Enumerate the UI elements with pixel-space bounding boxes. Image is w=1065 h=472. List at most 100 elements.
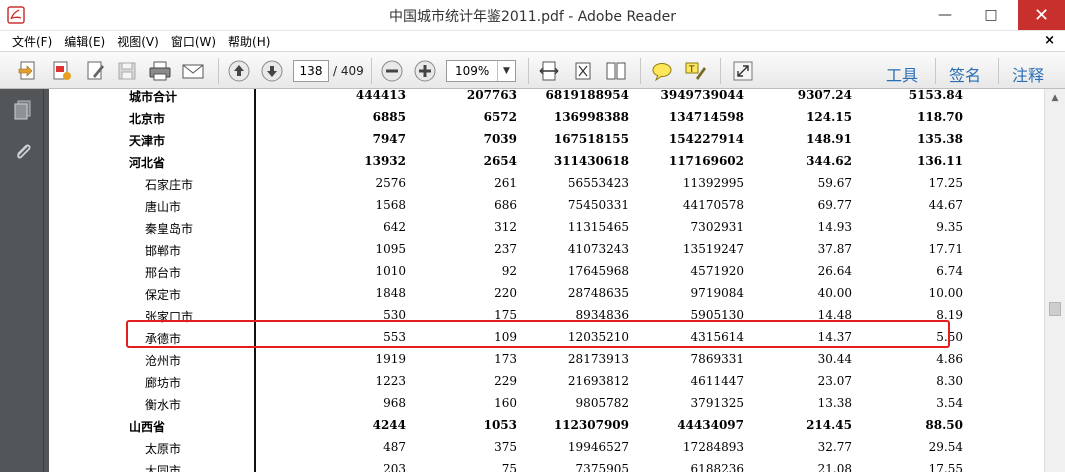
fit-width-button[interactable]	[535, 58, 563, 84]
value-cell-5: 13.38	[817, 396, 852, 410]
value-cell-1: 1568	[375, 198, 406, 212]
table-row: 石家庄市 2576 261 56553423 11392995 59.67 17.25	[49, 176, 1044, 198]
two-page-view-button[interactable]	[602, 58, 630, 84]
value-cell-1: 444413	[355, 89, 406, 102]
value-cell-4: 3949739044	[660, 89, 745, 102]
document-viewport[interactable]: 城市合计 444413 207763 6819188954 3949739044 9307…	[44, 89, 1044, 472]
value-cell-1: 968	[383, 396, 406, 410]
scrollbar-thumb[interactable]	[1049, 302, 1061, 316]
value-cell-5: 14.93	[817, 220, 852, 234]
value-cell-3: 6819188954	[545, 89, 630, 102]
value-cell-5: 69.77	[817, 198, 852, 212]
comment-pane-button[interactable]: 注释	[1012, 62, 1044, 86]
value-cell-4: 117169602	[668, 154, 744, 168]
maximize-button[interactable]: □	[968, 0, 1014, 30]
save-button[interactable]	[113, 58, 141, 84]
value-cell-3: 9805782	[575, 396, 629, 410]
previous-page-button[interactable]	[225, 58, 253, 84]
read-mode-button[interactable]	[729, 58, 757, 84]
add-comment-button[interactable]	[648, 58, 676, 84]
city-name-cell: 秦皇岛市	[145, 222, 194, 236]
value-cell-2: 261	[494, 176, 517, 190]
highlight-text-button[interactable]: T	[682, 58, 710, 84]
zoom-out-button[interactable]	[378, 58, 406, 84]
value-cell-2: 229	[494, 374, 517, 388]
city-name-cell: 城市合计	[129, 90, 178, 104]
value-cell-6: 136.11	[917, 154, 963, 168]
expand-icon	[733, 61, 753, 81]
open-file-button[interactable]	[14, 58, 42, 84]
next-page-button[interactable]	[258, 58, 286, 84]
value-cell-6: 8.30	[936, 374, 963, 388]
city-name-cell: 保定市	[145, 288, 182, 302]
minimize-button[interactable]: —	[922, 0, 968, 30]
close-document-button[interactable]: ×	[1044, 33, 1055, 48]
value-cell-3: 112307909	[553, 418, 629, 432]
table-row: 秦皇岛市 642 312 11315465 7302931 14.93 9.35	[49, 220, 1044, 242]
edit-pdf-button[interactable]	[82, 58, 110, 84]
value-cell-5: 23.07	[817, 374, 852, 388]
value-cell-6: 135.38	[917, 132, 963, 146]
value-cell-1: 2576	[375, 176, 406, 190]
value-cell-6: 88.50	[925, 418, 963, 432]
print-button[interactable]	[146, 58, 174, 84]
fit-width-icon	[539, 61, 559, 81]
city-name-cell: 邯郸市	[145, 244, 182, 258]
zoom-select[interactable]: 109% ▼	[446, 60, 516, 82]
city-name-cell: 石家庄市	[145, 178, 194, 192]
vertical-scrollbar[interactable]: ▲	[1044, 89, 1065, 472]
toolbar-separator	[640, 58, 641, 84]
attachments-icon[interactable]	[12, 141, 34, 163]
value-cell-1: 203	[383, 462, 406, 472]
value-cell-6: 3.54	[936, 396, 963, 410]
menu-help[interactable]: 帮助(H)	[228, 33, 270, 50]
close-window-button[interactable]: ✕	[1018, 0, 1065, 30]
toolbar-separator	[371, 58, 372, 84]
chevron-down-icon[interactable]: ▼	[497, 61, 515, 81]
value-cell-3: 11315465	[567, 220, 629, 234]
zoom-value: 109%	[455, 64, 490, 78]
scroll-up-arrow[interactable]: ▲	[1045, 89, 1065, 107]
value-cell-3: 21693812	[567, 374, 629, 388]
email-button[interactable]	[179, 58, 207, 84]
fit-page-button[interactable]	[569, 58, 597, 84]
page-number-input[interactable]: 138	[293, 60, 329, 82]
city-name-cell: 大同市	[145, 464, 182, 472]
value-cell-2: 375	[494, 440, 517, 454]
value-cell-4: 17284893	[682, 440, 744, 454]
menu-window[interactable]: 窗口(W)	[171, 33, 216, 50]
create-pdf-button[interactable]	[48, 58, 76, 84]
edit-pdf-icon	[87, 61, 104, 80]
menu-view[interactable]: 视图(V)	[117, 33, 159, 50]
value-cell-3: 41073243	[567, 242, 629, 256]
value-cell-2: 92	[501, 264, 517, 278]
sign-pane-button[interactable]: 签名	[949, 62, 981, 86]
value-cell-2: 6572	[483, 110, 517, 124]
value-cell-2: 312	[494, 220, 517, 234]
table-row: 廊坊市 1223 229 21693812 4611447 23.07 8.30	[49, 374, 1044, 396]
create-pdf-icon	[53, 61, 71, 80]
two-page-icon	[606, 62, 626, 80]
value-cell-4: 4571920	[690, 264, 744, 278]
tools-pane-button[interactable]: 工具	[886, 62, 918, 86]
value-cell-2: 160	[494, 396, 517, 410]
value-cell-6: 9.35	[936, 220, 963, 234]
zoom-in-button[interactable]	[411, 58, 439, 84]
pdf-page: 城市合计 444413 207763 6819188954 3949739044 9307…	[49, 89, 1044, 472]
value-cell-4: 7869331	[690, 352, 744, 366]
toolbar-separator	[935, 58, 936, 84]
value-cell-1: 7947	[372, 132, 406, 146]
value-cell-4: 4611447	[690, 374, 744, 388]
menu-edit[interactable]: 编辑(E)	[64, 33, 105, 50]
value-cell-5: 9307.24	[797, 89, 852, 102]
page-thumbnails-icon[interactable]	[12, 99, 34, 121]
value-cell-1: 1919	[375, 352, 406, 366]
value-cell-2: 75	[501, 462, 517, 472]
value-cell-5: 26.64	[817, 264, 852, 278]
value-cell-2: 220	[494, 286, 517, 300]
menu-file[interactable]: 文件(F)	[12, 33, 52, 50]
value-cell-4: 44434097	[677, 418, 744, 432]
table-row: 邢台市 1010 92 17645968 4571920 26.64 6.74	[49, 264, 1044, 286]
toolbar: 138 / 409 109% ▼ T 工具 签名 注释	[0, 51, 1065, 89]
fit-page-icon	[575, 62, 591, 80]
